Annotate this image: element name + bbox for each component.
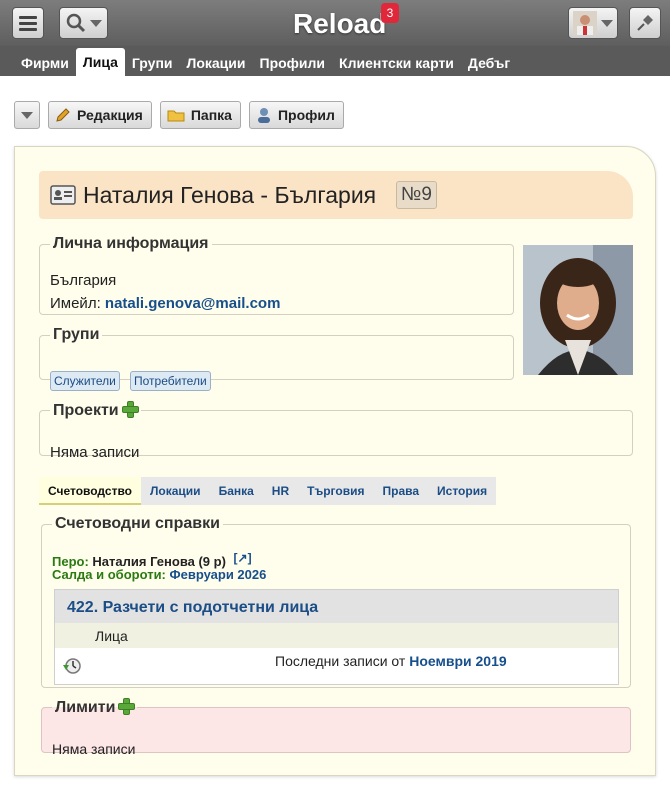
projects-section: Проекти Няма записи xyxy=(39,400,633,461)
person-number-badge: №9 xyxy=(396,181,437,209)
limits-section: Лимити Няма записи xyxy=(41,697,631,757)
tab-accounting[interactable]: Счетоводство xyxy=(39,477,141,505)
avatar xyxy=(573,11,597,35)
personal-info-legend: Лична информация xyxy=(53,235,209,252)
edit-button[interactable]: Редакция xyxy=(48,101,152,129)
add-project-icon[interactable] xyxy=(121,400,139,418)
tab-locations[interactable]: Локации xyxy=(141,477,210,505)
group-chip-employees[interactable]: Служители xyxy=(50,371,120,391)
balances-link[interactable]: Февруари 2026 xyxy=(170,567,267,582)
person-photo xyxy=(523,245,633,375)
limits-empty-text: Няма записи xyxy=(52,741,136,757)
nav-tab-persons[interactable]: Лица xyxy=(75,48,125,76)
accounting-section: Счетоводни справки Перо: Наталия Генова … xyxy=(41,515,631,688)
groups-legend: Групи xyxy=(53,326,100,343)
tab-trade[interactable]: Търговия xyxy=(298,477,374,505)
balances-label: Салда и обороти: xyxy=(52,567,166,582)
tab-hr[interactable]: HR xyxy=(262,477,299,505)
search-icon xyxy=(66,13,85,33)
last-records-prefix: Последни записи от xyxy=(275,653,406,669)
more-dropdown-button[interactable] xyxy=(14,101,40,129)
chevron-down-icon xyxy=(89,19,102,27)
user-icon xyxy=(257,108,270,123)
action-toolbar: Редакция Папка Профил xyxy=(14,101,344,129)
id-card-icon xyxy=(50,185,76,205)
detail-tabs: Счетоводство Локации Банка HR Търговия П… xyxy=(39,477,497,505)
chevron-down-icon xyxy=(601,19,613,27)
nav-tab-locations[interactable]: Локации xyxy=(180,50,253,76)
tab-history[interactable]: История xyxy=(428,477,497,505)
folder-button-label: Папка xyxy=(190,107,232,123)
top-bar: Reload 3 xyxy=(0,0,670,46)
app-title: Reload xyxy=(293,8,387,39)
page-title: Наталия Генова - България xyxy=(83,182,377,208)
nav-tab-debug[interactable]: Дебъг xyxy=(461,50,517,76)
email-label: Имейл: xyxy=(50,295,101,312)
menu-button[interactable] xyxy=(12,7,44,39)
user-menu-button[interactable] xyxy=(568,7,618,39)
balances-row: Салда и обороти: Февруари 2026 xyxy=(52,567,266,582)
profile-button[interactable]: Профил xyxy=(248,101,344,129)
hamburger-icon xyxy=(19,16,37,31)
account-panel: 422. Разчети с подотчетни лица Лица Посл… xyxy=(54,589,619,685)
pin-icon xyxy=(637,15,653,31)
projects-legend: Проекти xyxy=(50,400,141,420)
person-card: Наталия Генова - България №9 Лична инфор… xyxy=(14,146,656,776)
portrait-image xyxy=(523,245,633,375)
folder-icon xyxy=(167,110,185,122)
chevron-down-icon xyxy=(21,111,33,119)
limits-legend: Лимити xyxy=(52,697,137,717)
nav-tab-groups[interactable]: Групи xyxy=(125,50,180,76)
main-nav: Фирми Лица Групи Локации Профили Клиентс… xyxy=(0,46,670,76)
person-header: Наталия Генова - България №9 xyxy=(39,171,633,219)
folder-button[interactable]: Папка xyxy=(159,101,241,129)
accounting-legend: Счетоводни справки xyxy=(55,515,220,532)
add-limit-icon[interactable] xyxy=(117,697,136,715)
profile-button-label: Профил xyxy=(277,107,335,123)
tab-rights[interactable]: Права xyxy=(373,477,429,505)
email-row: Имейл: natali.genova@mail.com xyxy=(50,295,280,312)
projects-empty-text: Няма записи xyxy=(50,444,140,461)
notification-badge[interactable]: 3 xyxy=(381,3,399,23)
nav-tab-firms[interactable]: Фирми xyxy=(14,50,76,76)
last-records-row: Последни записи от Ноември 2019 xyxy=(55,648,618,684)
nav-tab-profiles[interactable]: Профили xyxy=(253,50,333,76)
nav-tab-client-cards[interactable]: Клиентски карти xyxy=(332,50,461,76)
pin-button[interactable] xyxy=(629,7,661,39)
tab-bank[interactable]: Банка xyxy=(209,477,263,505)
edit-button-label: Редакция xyxy=(77,107,143,123)
group-chip-users[interactable]: Потребители xyxy=(130,371,211,391)
history-clock-icon[interactable] xyxy=(63,657,81,675)
last-records-text: Последни записи от Ноември 2019 xyxy=(275,653,507,669)
personal-info-section: Лична информация България Имейл: natali.… xyxy=(39,235,514,315)
search-button[interactable] xyxy=(59,7,108,39)
account-title[interactable]: 422. Разчети с подотчетни лица xyxy=(55,590,618,623)
account-sub-label: Лица xyxy=(55,623,618,648)
external-link[interactable]: [↗] xyxy=(234,551,252,565)
pencil-icon xyxy=(56,108,70,122)
email-link[interactable]: natali.genova@mail.com xyxy=(105,295,281,312)
last-records-link[interactable]: Ноември 2019 xyxy=(409,653,506,669)
country-text: България xyxy=(50,272,117,289)
groups-section: Групи Служители Потребители xyxy=(39,326,514,391)
